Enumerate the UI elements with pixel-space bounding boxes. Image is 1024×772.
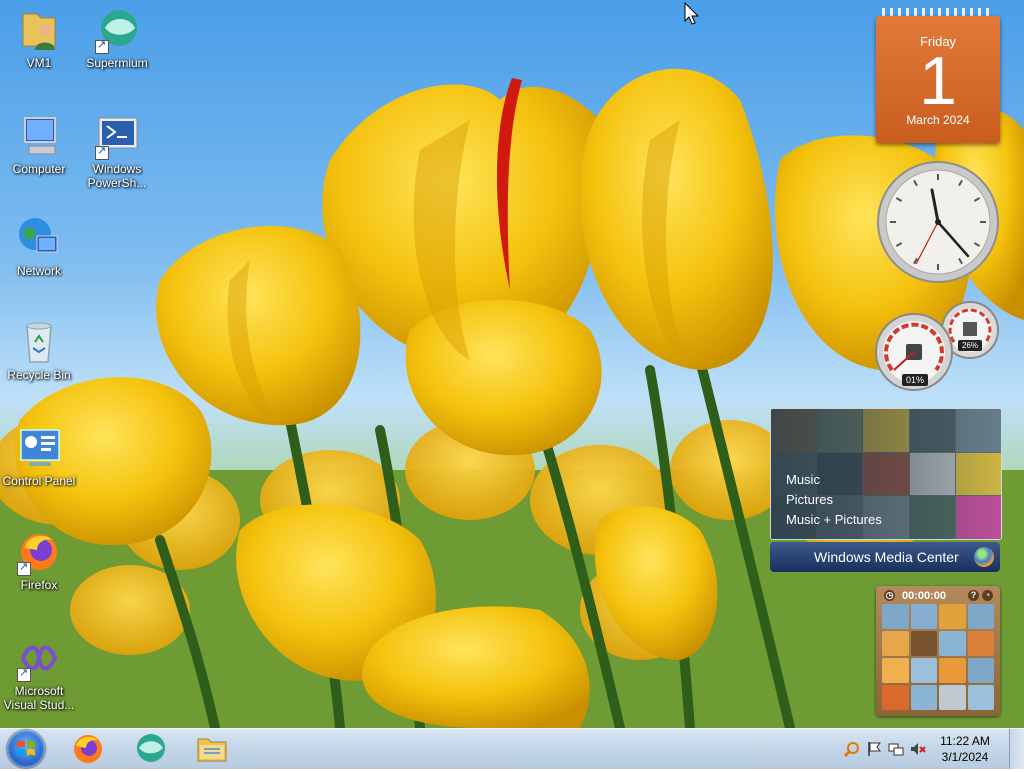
taskbar-firefox-button[interactable] (62, 731, 114, 767)
puzzle-tile[interactable] (967, 631, 994, 656)
search-icon[interactable] (844, 741, 860, 757)
puzzle-solve-icon[interactable]: ◔ (982, 590, 993, 601)
puzzle-tile[interactable] (882, 604, 909, 629)
media-center-launch-bar[interactable]: Windows Media Center (770, 542, 1000, 572)
shortcut-arrow-icon (17, 666, 31, 682)
network-icon (15, 214, 63, 262)
show-desktop-button[interactable] (1009, 729, 1024, 769)
puzzle-tile[interactable] (939, 631, 966, 656)
puzzle-tile[interactable] (939, 604, 966, 629)
shortcut-arrow-icon (17, 560, 31, 576)
system-tray: 11:22 AM 3/1/2024 (834, 729, 1024, 769)
desktop-icon-visual-studio[interactable]: Microsoft Visual Stud... (0, 634, 78, 712)
puzzle-help-icon[interactable]: ? (968, 590, 979, 601)
desktop-icon-recycle-bin[interactable]: Recycle Bin (0, 318, 78, 382)
desktop-icon-network[interactable]: Network (0, 214, 78, 278)
action-center-flag-icon[interactable] (866, 741, 882, 757)
desktop-icon-vm1[interactable]: VM1 (0, 6, 78, 70)
media-center-menu-pictures[interactable]: Pictures (786, 490, 882, 510)
tulip-wallpaper-image (0, 68, 1024, 728)
taskbar: 11:22 AM 3/1/2024 (0, 728, 1024, 769)
puzzle-tile[interactable] (939, 685, 966, 710)
desktop-icon-label: Network (16, 264, 61, 278)
puzzle-pause-icon[interactable]: ◷ (884, 590, 895, 601)
taskbar-file-explorer-button[interactable] (186, 731, 238, 767)
puzzle-timer: 00:00:00 (902, 590, 947, 602)
control-panel-icon (15, 424, 63, 472)
supermium-icon (93, 6, 141, 54)
desktop-wallpaper (0, 0, 1024, 728)
puzzle-empty-slot (910, 631, 937, 656)
puzzle-tile[interactable] (882, 658, 909, 683)
media-center-menu-music-pictures[interactable]: Music + Pictures (786, 510, 882, 530)
picture-puzzle-gadget[interactable]: ◷ 00:00:00 ? ◔ (876, 586, 1000, 716)
taskbar-date: 3/1/2024 (941, 750, 989, 764)
network-status-icon[interactable] (888, 741, 904, 757)
mouse-cursor-icon (684, 2, 700, 25)
calendar-month-year: March 2024 (906, 113, 970, 127)
cpu-meter-gadget[interactable]: 01% 26% (874, 300, 1000, 392)
puzzle-tile[interactable] (882, 631, 909, 656)
desktop-icon-label: Microsoft Visual Stud... (3, 684, 75, 712)
desktop-icon-label: Windows PowerSh... (87, 162, 147, 190)
user-folder-icon (15, 6, 63, 54)
puzzle-tile[interactable] (910, 604, 937, 629)
desktop-icon-label: Supermium (86, 56, 148, 70)
memory-usage-value: 26% (958, 340, 982, 351)
puzzle-toolbar: ◷ 00:00:00 ? ◔ (882, 589, 994, 603)
puzzle-tile[interactable] (967, 658, 994, 683)
computer-icon (15, 112, 63, 160)
shortcut-arrow-icon (95, 144, 109, 160)
calendar-page: Friday 1 March 2024 (876, 16, 1000, 143)
recycle-bin-icon (15, 318, 63, 366)
powershell-icon (93, 112, 141, 160)
calendar-day-number: 1 (919, 43, 957, 119)
firefox-icon (15, 528, 63, 576)
volume-muted-icon[interactable] (910, 741, 926, 757)
windows-media-center-logo-icon (974, 547, 994, 567)
desktop-icon-computer[interactable]: Computer (0, 112, 78, 176)
desktop-icon-label: Computer (12, 162, 66, 176)
media-center-menu: Music Pictures Music + Pictures (786, 470, 882, 530)
desktop-icon-label: Recycle Bin (7, 368, 71, 382)
windows-logo-icon (17, 740, 35, 756)
media-center-menu-music[interactable]: Music (786, 470, 882, 490)
media-center-title: Windows Media Center (814, 549, 959, 565)
shortcut-arrow-icon (95, 38, 109, 54)
firefox-icon (74, 735, 102, 763)
puzzle-tile[interactable] (967, 685, 994, 710)
start-button[interactable] (4, 729, 48, 769)
puzzle-tile[interactable] (882, 685, 909, 710)
desktop-icon-supermium[interactable]: Supermium (78, 6, 156, 70)
puzzle-tile[interactable] (910, 685, 937, 710)
calendar-gadget[interactable]: Friday 1 March 2024 (876, 8, 1000, 143)
taskbar-time: 11:22 AM (940, 734, 990, 748)
puzzle-tile[interactable] (967, 604, 994, 629)
taskbar-clock[interactable]: 11:22 AM 3/1/2024 (930, 733, 1000, 765)
desktop-icon-firefox[interactable]: Firefox (0, 528, 78, 592)
clock-gadget[interactable] (876, 160, 1000, 284)
visual-studio-icon (15, 634, 63, 682)
puzzle-tile[interactable] (910, 658, 937, 683)
desktop-icon-label: Firefox (20, 578, 58, 592)
desktop-icon-label: VM1 (26, 56, 52, 70)
taskbar-supermium-button[interactable] (124, 731, 176, 767)
puzzle-board[interactable] (882, 604, 994, 710)
cpu-usage-value: 01% (902, 374, 928, 386)
desktop-icon-powershell[interactable]: Windows PowerSh... (78, 112, 156, 190)
supermium-icon (137, 734, 165, 762)
desktop-icon-label: Control Panel (2, 474, 76, 488)
desktop-icon-control-panel[interactable]: Control Panel (0, 424, 78, 488)
media-center-gadget[interactable]: Music Pictures Music + Pictures Windows … (770, 408, 1002, 572)
puzzle-tile[interactable] (939, 658, 966, 683)
analog-clock-face (877, 161, 999, 283)
folder-icon (197, 738, 227, 762)
